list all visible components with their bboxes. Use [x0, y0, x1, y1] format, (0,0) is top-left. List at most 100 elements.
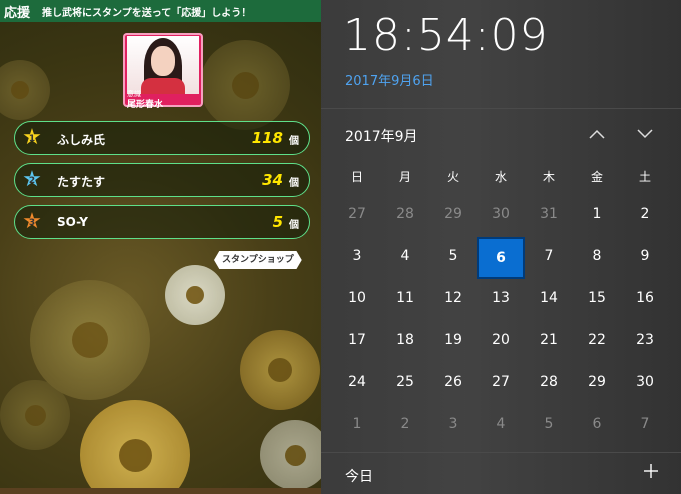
weekday-label: 金: [590, 170, 603, 184]
plus-icon[interactable]: [639, 460, 663, 484]
calendar-day[interactable]: 12: [429, 279, 477, 321]
ranking-row[interactable]: ★ 1 ふしみ氏 118 個: [14, 121, 310, 155]
calendar-day[interactable]: 13: [477, 279, 525, 321]
rank-user-name: たすたす: [57, 175, 106, 189]
calendar-day[interactable]: 14: [525, 279, 573, 321]
calendar-day[interactable]: 10: [333, 279, 381, 321]
divider: [321, 452, 681, 453]
flower-decoration: [200, 40, 290, 130]
weekday-label: 木: [542, 170, 555, 184]
calendar-day[interactable]: 2: [621, 195, 669, 237]
calendar-day[interactable]: 19: [429, 321, 477, 363]
calendar-week: 24 25 26 27 28 29 30: [333, 363, 669, 405]
character-avatar[interactable]: 意識 尾形春水: [123, 33, 203, 110]
today-label: 今日: [345, 469, 373, 485]
calendar-day[interactable]: 17: [333, 321, 381, 363]
calendar-day[interactable]: 22: [573, 321, 621, 363]
calendar-day[interactable]: 25: [381, 363, 429, 405]
calendar-day[interactable]: 4: [477, 405, 525, 447]
calendar-day[interactable]: 27: [333, 195, 381, 237]
calendar-week: 27 28 29 30 31 1 2: [333, 195, 669, 237]
rank-number: 1: [28, 134, 36, 144]
calendar-day[interactable]: 24: [333, 363, 381, 405]
star-icon: ★ 1: [22, 125, 42, 150]
calendar-week: 17 18 19 20 21 22 23: [333, 321, 669, 363]
rank-unit: 個: [289, 220, 299, 231]
rank-number: 2: [28, 176, 36, 186]
month-title[interactable]: 2017年9月: [345, 126, 418, 146]
rank-unit: 個: [289, 136, 299, 147]
calendar-day[interactable]: 30: [621, 363, 669, 405]
calendar-day[interactable]: 21: [525, 321, 573, 363]
ranking-row[interactable]: ★ 2 たすたす 34 個: [14, 163, 310, 197]
calendar-day[interactable]: 20: [477, 321, 525, 363]
weekday-label: 水: [494, 170, 507, 184]
date-link[interactable]: 2017年9月6日: [345, 70, 434, 89]
avatar-photo: [127, 36, 199, 94]
calendar-day[interactable]: 26: [429, 363, 477, 405]
avatar-name: 尾形春水: [127, 100, 164, 110]
rank-user-name: SO-Y: [57, 215, 88, 229]
calendar-day[interactable]: 3: [333, 237, 381, 279]
calendar-day[interactable]: 30: [477, 195, 525, 237]
calendar-day[interactable]: 6: [573, 405, 621, 447]
stamp-shop-button[interactable]: スタンプショップ: [214, 251, 302, 269]
rank-count: 5: [272, 213, 283, 231]
flower-decoration: [240, 330, 320, 410]
calendar-day[interactable]: 28: [381, 195, 429, 237]
calendar-day[interactable]: 28: [525, 363, 573, 405]
star-icon: ★ 3: [22, 209, 42, 234]
calendar-day-today[interactable]: 6: [477, 237, 525, 279]
calendar-day[interactable]: 7: [621, 405, 669, 447]
chevron-down-icon[interactable]: [633, 124, 657, 146]
calendar-day[interactable]: 3: [429, 405, 477, 447]
weekday-label: 月: [398, 170, 411, 184]
weekday-label: 土: [638, 170, 651, 184]
calendar-day[interactable]: 18: [381, 321, 429, 363]
chevron-up-icon[interactable]: [585, 124, 609, 146]
calendar-day[interactable]: 7: [525, 237, 573, 279]
calendar-day[interactable]: 2: [381, 405, 429, 447]
star-icon: ★ 2: [22, 167, 42, 192]
calendar-day[interactable]: 27: [477, 363, 525, 405]
rank-count: 118: [251, 129, 283, 147]
calendar-week: 10 11 12 13 14 15 16: [333, 279, 669, 321]
divider: [321, 108, 681, 109]
flower-decoration: [0, 380, 70, 450]
header-title: 応援: [4, 5, 31, 21]
calendar-week: 3456789: [333, 237, 669, 279]
weekday-label: 日: [350, 170, 363, 184]
weekday-header: 日月火水木金土: [333, 168, 669, 185]
flower-decoration: [0, 60, 50, 120]
game-bottom-bar: [0, 488, 321, 494]
clock-calendar-flyout: 18:54:09 2017年9月6日 2017年9月 日月火水木金土 27 28 2…: [321, 0, 681, 494]
rank-number: 3: [28, 218, 36, 228]
calendar-day[interactable]: 16: [621, 279, 669, 321]
rank-user-name: ふしみ氏: [57, 133, 106, 147]
calendar-day[interactable]: 5: [429, 237, 477, 279]
calendar-grid: 27 28 29 30 31 1 2 3 4 5 6 7 8 9 10 11 12 13 14 15 16 17 18 19 2…: [333, 195, 669, 447]
game-header: 応援 推し武将にスタンプを送って「応援」しよう！: [0, 0, 321, 22]
calendar-day[interactable]: 5: [525, 405, 573, 447]
flower-decoration: [260, 420, 321, 490]
calendar-day[interactable]: 15: [573, 279, 621, 321]
calendar-day[interactable]: 4: [381, 237, 429, 279]
calendar-day[interactable]: 1: [573, 195, 621, 237]
rank-unit: 個: [289, 178, 299, 189]
calendar-day[interactable]: 9: [621, 237, 669, 279]
calendar-day[interactable]: 1: [333, 405, 381, 447]
game-panel: 応援 推し武将にスタンプを送って「応援」しよう！ 意識 尾形春水 ★ 1 ふしみ…: [0, 0, 321, 494]
calendar-week: 1234567: [333, 405, 669, 447]
calendar-day[interactable]: 11: [381, 279, 429, 321]
calendar-day[interactable]: 23: [621, 321, 669, 363]
calendar-day[interactable]: 29: [429, 195, 477, 237]
ranking-row[interactable]: ★ 3 SO-Y 5 個: [14, 205, 310, 239]
calendar-day[interactable]: 29: [573, 363, 621, 405]
calendar-day[interactable]: 31: [525, 195, 573, 237]
flower-decoration: [80, 400, 190, 494]
weekday-label: 火: [446, 170, 459, 184]
clock-time: 18:54:09: [343, 10, 549, 61]
calendar-day[interactable]: 8: [573, 237, 621, 279]
flower-decoration: [165, 265, 225, 325]
header-subtitle: 推し武将にスタンプを送って「応援」しよう！: [42, 7, 252, 19]
